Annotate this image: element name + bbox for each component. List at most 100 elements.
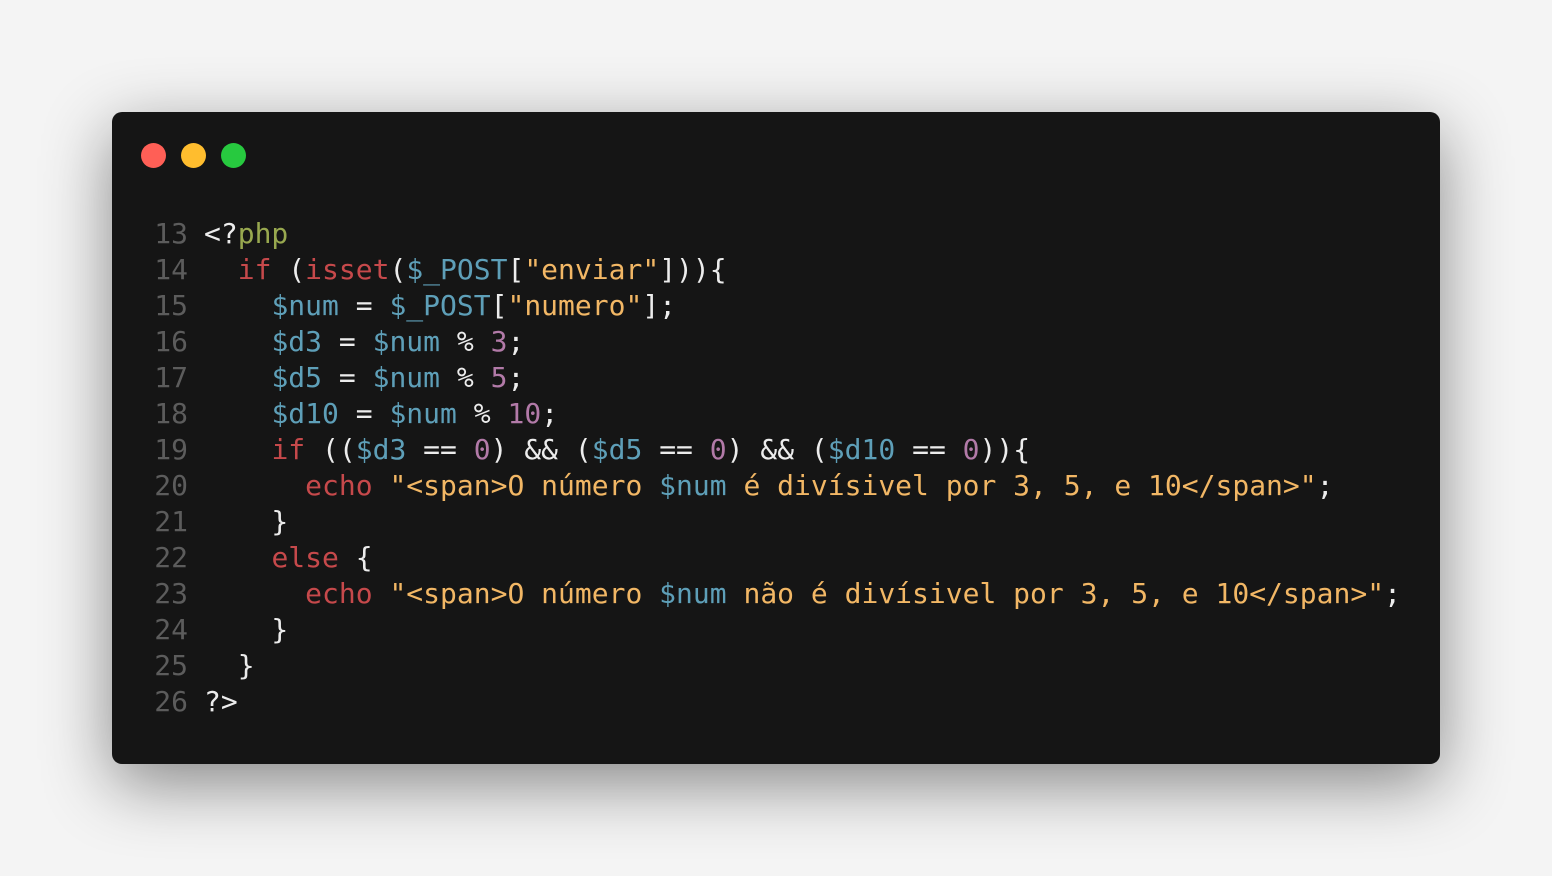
code-text: echo "<span>O número $num é divísivel po… [204, 468, 1333, 504]
code-token: $d3 [271, 325, 323, 358]
code-line: 14 if (isset($_POST["enviar"])){ [152, 252, 1401, 288]
code-token: } [204, 613, 289, 646]
close-button[interactable] [141, 143, 166, 168]
code-token: "enviar" [524, 253, 660, 286]
line-number: 25 [154, 649, 188, 682]
code-token: $d3 [355, 433, 407, 466]
code-token: = [338, 289, 390, 322]
code-line: 15 $num = $_POST["numero"]; [152, 288, 1401, 324]
code-token: { [338, 541, 373, 574]
code-token: if [237, 253, 272, 286]
code-text: $d10 = $num % 10; [204, 396, 558, 432]
code-line: 17 $d5 = $num % 5; [152, 360, 1401, 396]
code-token: ])){ [659, 253, 727, 286]
line-number: 13 [154, 217, 188, 250]
code-text: $d5 = $num % 5; [204, 360, 524, 396]
code-token: == [895, 433, 963, 466]
code-token: $num [372, 361, 441, 394]
code-line: 21 } [152, 504, 1401, 540]
code-token: ; [507, 325, 525, 358]
line-number: 15 [154, 289, 188, 322]
line-number: 19 [154, 433, 188, 466]
code-token: <? [204, 217, 238, 250]
code-token: "<span>O número [389, 469, 660, 502]
code-text: <?php [204, 216, 288, 252]
code-text: } [204, 504, 288, 540]
code-token: não é divísivel por 3, 5, e 10</span>" [726, 577, 1385, 610]
code-text: } [204, 648, 255, 684]
code-token: ; [541, 397, 559, 430]
minimize-button[interactable] [181, 143, 206, 168]
line-number: 17 [154, 361, 188, 394]
code-token: } [204, 649, 255, 682]
code-token: if [271, 433, 306, 466]
code-token: % [456, 397, 508, 430]
code-text: $num = $_POST["numero"]; [204, 288, 676, 324]
code-token: 10 [507, 397, 542, 430]
code-token: $d10 [827, 433, 896, 466]
code-block: 13 <?php 14 if (isset($_POST["enviar"])){1… [152, 216, 1401, 720]
code-token: 0 [473, 433, 491, 466]
line-number: 14 [154, 253, 188, 286]
code-token: ( [389, 253, 407, 286]
code-token: % [440, 361, 491, 394]
line-number: 16 [154, 325, 188, 358]
code-text: } [204, 612, 288, 648]
code-token: ; [1384, 577, 1401, 610]
code-token: 5 [490, 361, 508, 394]
code-line: 26 ?> [152, 684, 1401, 720]
code-token: $_POST [389, 289, 491, 322]
code-token: 0 [962, 433, 980, 466]
line-number: 21 [154, 505, 188, 538]
code-token: $d5 [271, 361, 323, 394]
code-token: ]; [642, 289, 677, 322]
code-token: ; [507, 361, 525, 394]
code-token: = [322, 361, 373, 394]
code-text: if (isset($_POST["enviar"])){ [204, 252, 727, 288]
code-token: (( [305, 433, 356, 466]
line-number: 20 [154, 469, 188, 502]
code-token: "<span>O número [389, 577, 660, 610]
code-line: 23 echo "<span>O número $num não é divís… [152, 576, 1401, 612]
code-line: 19 if (($d3 == 0) && ($d5 == 0) && ($d10… [152, 432, 1401, 468]
code-token: % [440, 325, 491, 358]
code-text: $d3 = $num % 3; [204, 324, 524, 360]
code-line: 25 } [152, 648, 1401, 684]
code-token: echo [305, 577, 373, 610]
code-window: 13 <?php 14 if (isset($_POST["enviar"])){1… [112, 112, 1440, 764]
code-line: 18 $d10 = $num % 10; [152, 396, 1401, 432]
code-token: )){ [979, 433, 1031, 466]
code-token: $num [659, 469, 727, 502]
code-token: "numero" [507, 289, 643, 322]
code-line: 13 <?php [152, 216, 1401, 252]
maximize-button[interactable] [221, 143, 246, 168]
code-token: = [338, 397, 390, 430]
code-text: echo "<span>O número $num não é divísive… [204, 576, 1401, 612]
line-number: 26 [154, 685, 188, 718]
code-token: $d10 [271, 397, 339, 430]
code-token: ) && ( [490, 433, 592, 466]
code-token: ) && ( [726, 433, 828, 466]
line-number: 23 [154, 577, 188, 610]
code-text: else { [204, 540, 373, 576]
code-token: echo [305, 469, 373, 502]
code-text: ?> [204, 684, 238, 720]
line-number: 22 [154, 541, 188, 574]
code-token: $num [271, 289, 339, 322]
code-line: 22 else { [152, 540, 1401, 576]
code-token: else [271, 541, 339, 574]
code-line: 16 $d3 = $num % 3; [152, 324, 1401, 360]
code-token: ( [271, 253, 306, 286]
code-text: if (($d3 == 0) && ($d5 == 0) && ($d10 ==… [204, 432, 1030, 468]
code-token: 3 [490, 325, 508, 358]
